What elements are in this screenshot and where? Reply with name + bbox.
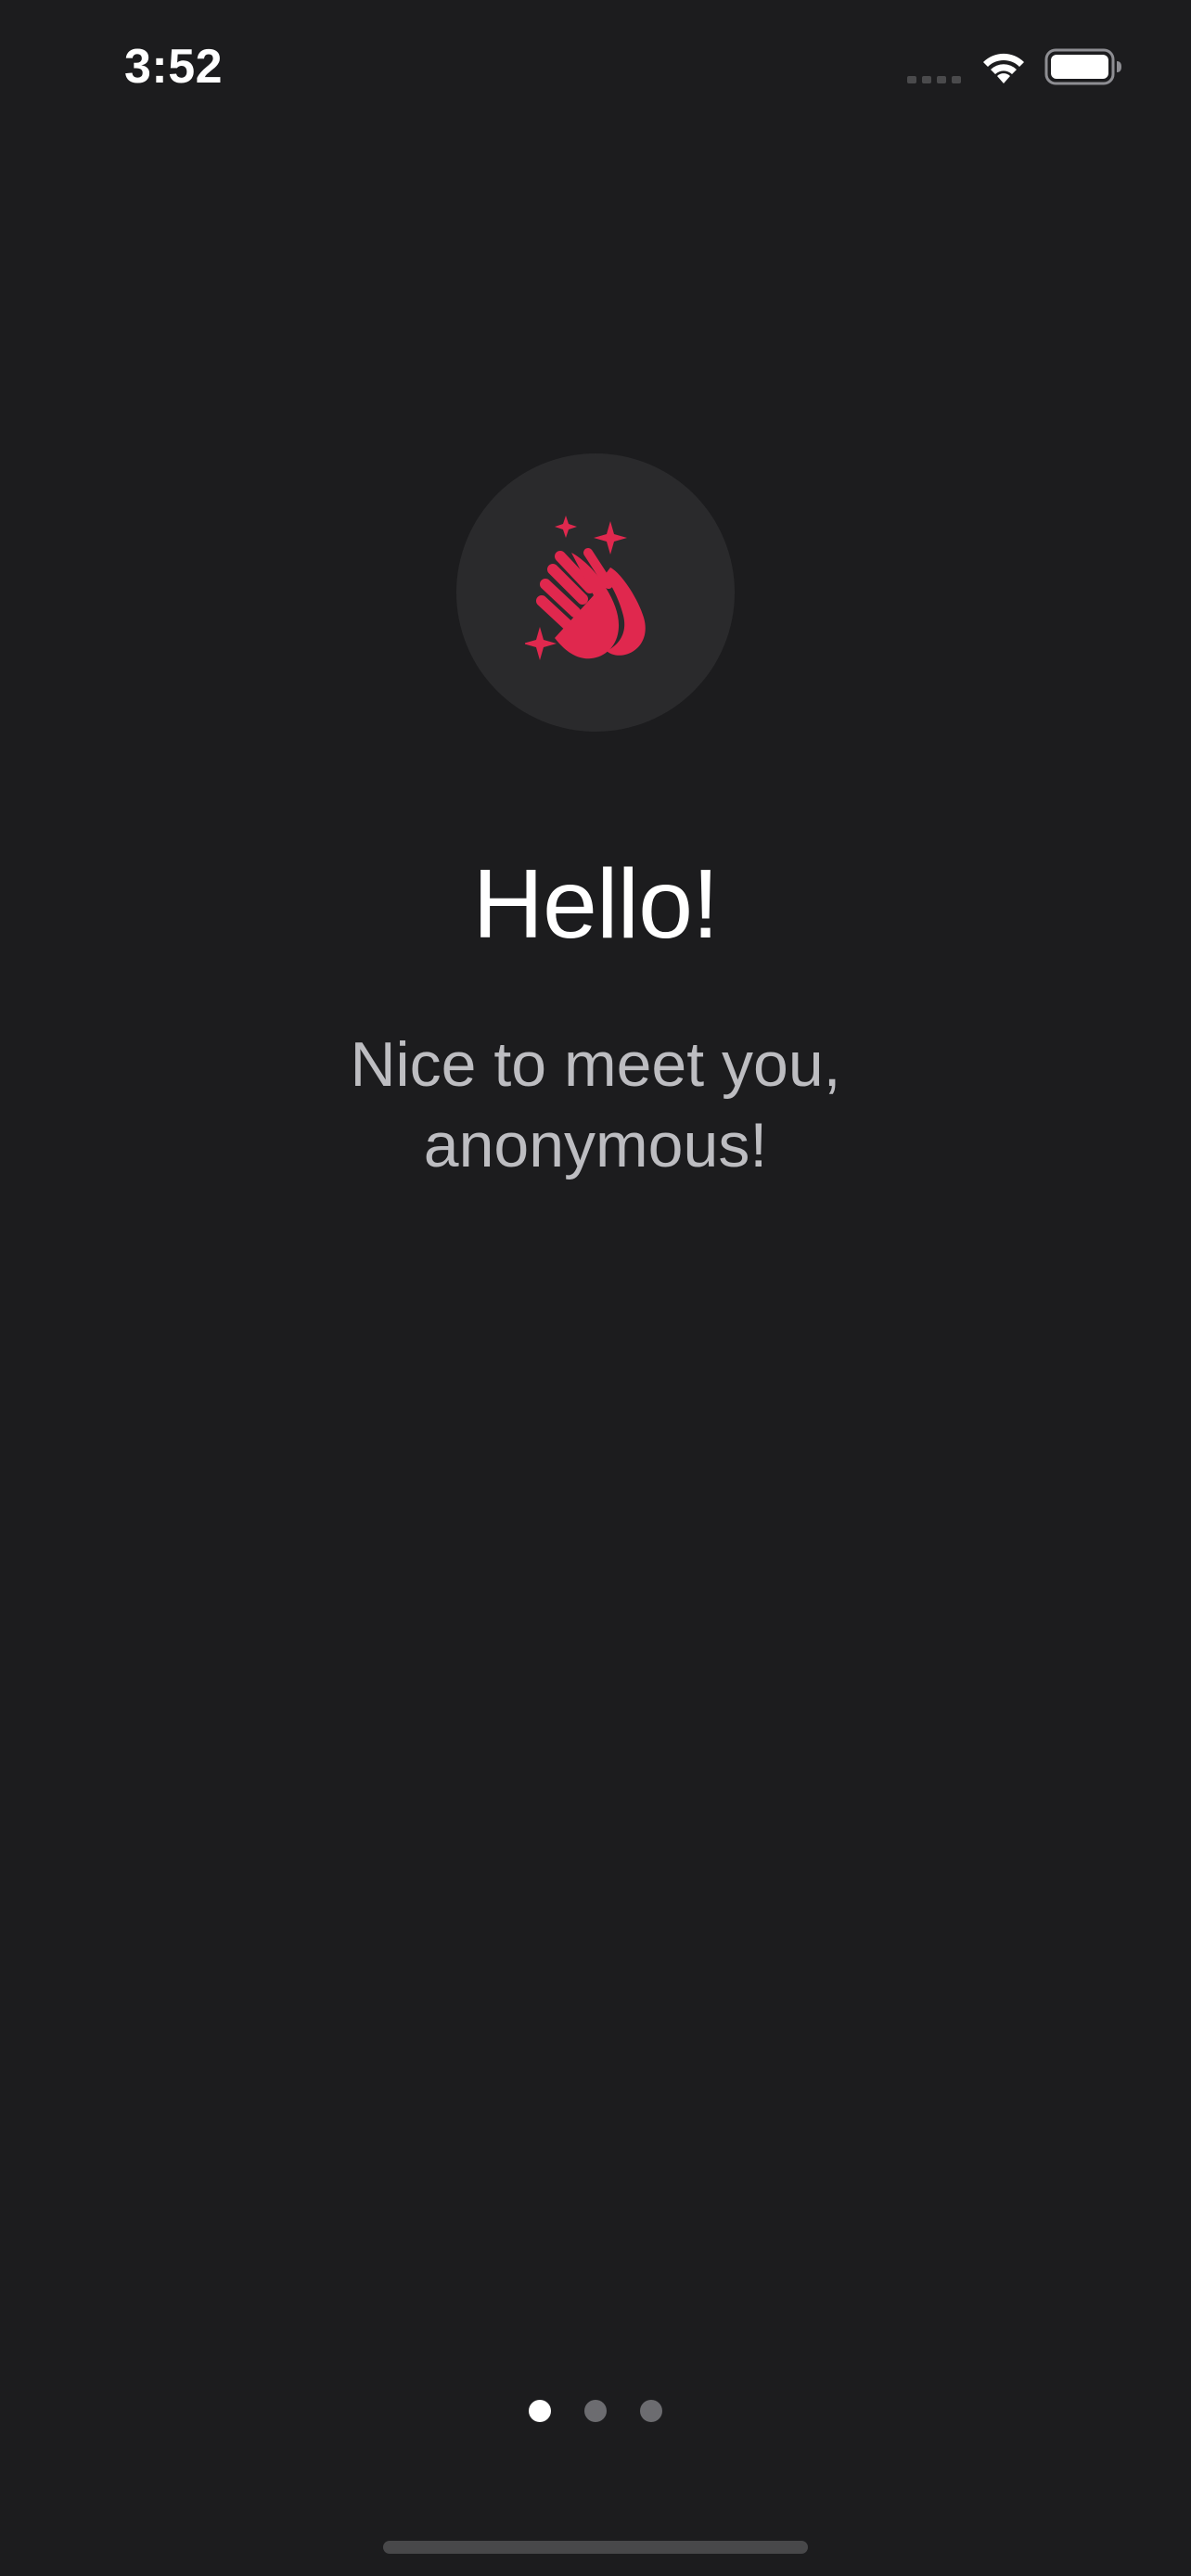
hands-clapping-sparkles-icon — [525, 516, 646, 660]
battery-icon — [1044, 48, 1121, 85]
greeting-subtitle: Nice to meet you, anonymous! — [350, 1029, 841, 1180]
page-dot-2[interactable] — [584, 2400, 607, 2422]
wifi-icon — [983, 53, 1024, 83]
page-dot-3[interactable] — [640, 2400, 662, 2422]
page-dot-1[interactable] — [529, 2400, 551, 2422]
home-indicator[interactable] — [383, 2541, 808, 2554]
page-control[interactable] — [529, 2399, 662, 2423]
status-time: 3:52 — [124, 40, 224, 94]
page-title: Hello! — [472, 849, 719, 959]
cellular-signal-icon — [907, 76, 961, 83]
status-bar: 3:52 — [0, 0, 1191, 139]
